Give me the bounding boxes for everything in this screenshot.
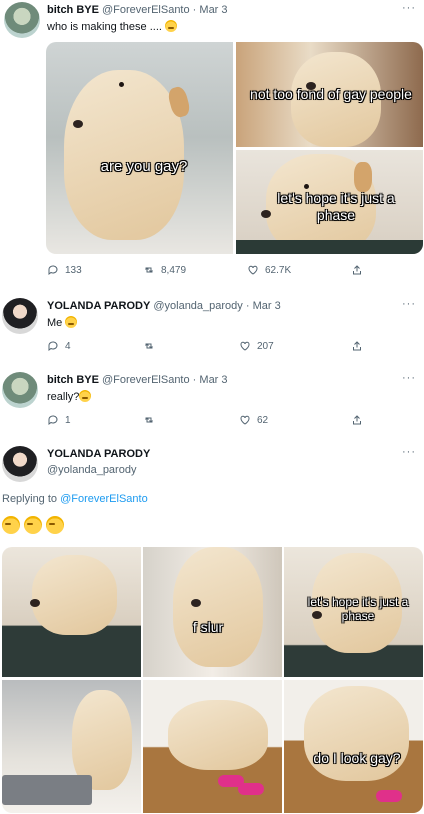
share-button[interactable]	[351, 264, 363, 276]
timestamp[interactable]: Mar 3	[253, 300, 281, 312]
retweet-icon	[145, 417, 153, 423]
reply-button[interactable]: 133	[47, 264, 82, 276]
more-icon[interactable]: ···	[402, 372, 416, 384]
reply-count: 1	[65, 414, 71, 426]
action-bar: 4 207	[47, 340, 417, 356]
tweet-2[interactable]: YOLANDA PARODY @yolanda_parody · Mar 3 ·…	[0, 296, 424, 362]
retweet-icon	[145, 343, 153, 349]
share-icon	[353, 265, 361, 275]
image-caption: f slur	[192, 619, 224, 635]
reply-icon	[48, 341, 58, 351]
share-icon	[353, 415, 361, 425]
media-grid[interactable]: f slur are you gay? not too fond of gay …	[46, 42, 423, 254]
like-button[interactable]: 62	[239, 414, 268, 426]
action-bar: 133 8,479 62.7K	[47, 264, 417, 280]
media-image-6[interactable]: do I look gay?	[284, 680, 423, 813]
avatar[interactable]	[2, 372, 38, 408]
media-image-2[interactable]: not too fond of gay people	[236, 42, 423, 147]
reply-icon	[48, 415, 58, 425]
retweet-button[interactable]	[143, 340, 155, 352]
tweet-text-content: Me	[47, 317, 63, 329]
media-image-5[interactable]	[143, 680, 282, 813]
media-image-3[interactable]: let's hope it's just a phase	[236, 150, 423, 254]
tweet-1[interactable]: bitch BYE @ForeverElSanto · Mar 3 ··· wh…	[0, 0, 424, 290]
reply-count: 133	[65, 264, 82, 276]
media-image-2[interactable]: f slur	[143, 547, 282, 677]
handle[interactable]: @yolanda_parody	[153, 300, 242, 312]
tweet-header: YOLANDA PARODY @yolanda_parody · Mar 3	[47, 300, 281, 312]
reply-count: 4	[65, 340, 71, 352]
tweet-text-content: who is making these ....	[47, 21, 162, 33]
tweet-text-content: really?	[47, 391, 80, 403]
tweet-3[interactable]: bitch BYE @ForeverElSanto · Mar 3 ··· re…	[0, 370, 424, 436]
handle[interactable]: @ForeverElSanto	[102, 374, 190, 386]
media-grid[interactable]: f slur let's hope it's just a phase do I…	[2, 547, 423, 813]
like-icon	[248, 265, 258, 275]
image-caption: let's hope it's just a phase	[277, 190, 395, 223]
crying-emoji	[165, 20, 178, 32]
handle[interactable]: @ForeverElSanto	[102, 4, 190, 16]
like-icon	[240, 341, 250, 351]
media-image-1[interactable]: f slur are you gay?	[46, 42, 233, 254]
crying-emoji	[46, 516, 64, 534]
display-name[interactable]: YOLANDA PARODY	[47, 448, 150, 460]
share-icon	[353, 341, 361, 351]
display-name-row: YOLANDA PARODY	[47, 448, 150, 460]
crying-emoji	[2, 516, 20, 534]
reply-icon	[48, 265, 58, 275]
crying-emoji	[24, 516, 42, 534]
media-image-4[interactable]	[2, 680, 141, 813]
retweet-button[interactable]	[143, 414, 155, 426]
replying-handle-link[interactable]: @ForeverElSanto	[60, 493, 148, 505]
media-image-1[interactable]	[2, 547, 141, 677]
share-button[interactable]	[351, 414, 363, 426]
tweet-header: bitch BYE @ForeverElSanto · Mar 3	[47, 4, 228, 16]
like-icon	[240, 415, 250, 425]
display-name[interactable]: bitch BYE	[47, 4, 99, 16]
tweet-header: bitch BYE @ForeverElSanto · Mar 3	[47, 374, 228, 386]
retweet-button[interactable]: 8,479	[143, 264, 186, 276]
separator: ·	[192, 374, 197, 386]
image-caption: do I look gay?	[313, 750, 401, 766]
replying-label: Replying to	[2, 493, 58, 505]
tweet-text: who is making these ....	[47, 20, 178, 33]
timestamp[interactable]: Mar 3	[199, 4, 227, 16]
separator: ·	[245, 300, 250, 312]
crying-emoji	[65, 316, 78, 328]
tweet-text	[2, 516, 64, 534]
like-button[interactable]: 62.7K	[247, 264, 291, 276]
tweet-text: really?	[47, 390, 92, 403]
handle[interactable]: @yolanda_parody	[47, 464, 136, 476]
image-caption: are you gay?	[100, 158, 188, 175]
crying-emoji	[79, 390, 92, 402]
laptop	[2, 775, 92, 805]
more-icon[interactable]: ···	[402, 446, 416, 458]
avatar[interactable]	[2, 298, 38, 334]
more-icon[interactable]: ···	[402, 298, 416, 310]
media-image-3[interactable]: let's hope it's just a phase	[284, 547, 423, 677]
image-caption: not too fond of gay people	[250, 86, 412, 102]
tweet-text: Me	[47, 316, 78, 329]
reply-button[interactable]: 4	[47, 340, 71, 352]
like-button[interactable]: 207	[239, 340, 274, 352]
like-count: 62.7K	[265, 264, 292, 276]
action-bar: 1 62	[47, 414, 417, 430]
timestamp[interactable]: Mar 3	[199, 374, 227, 386]
retweet-icon	[145, 267, 153, 273]
share-button[interactable]	[351, 340, 363, 352]
avatar[interactable]	[4, 2, 40, 38]
display-name[interactable]: bitch BYE	[47, 374, 99, 386]
like-count: 62	[257, 414, 269, 426]
display-name[interactable]: YOLANDA PARODY	[47, 300, 150, 312]
more-icon[interactable]: ···	[402, 2, 416, 14]
tweet-4[interactable]: YOLANDA PARODY @yolanda_parody ··· Reply…	[0, 444, 424, 814]
retweet-count: 8,479	[161, 264, 187, 276]
image-caption: let's hope it's just a phase	[307, 595, 409, 623]
replying-to: Replying to @ForeverElSanto	[2, 493, 148, 505]
like-count: 207	[257, 340, 274, 352]
separator: ·	[192, 4, 197, 16]
avatar[interactable]	[2, 446, 38, 482]
reply-button[interactable]: 1	[47, 414, 71, 426]
